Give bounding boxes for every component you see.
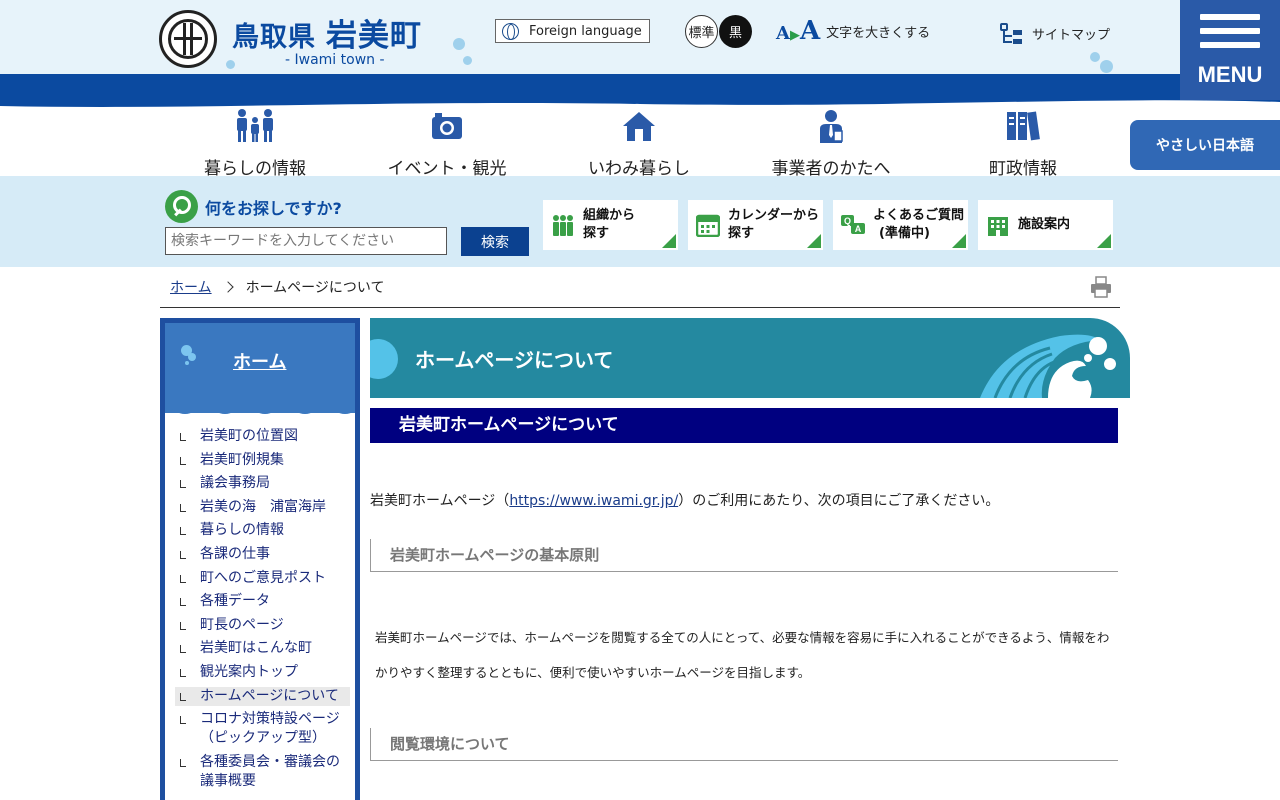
sidebar-item[interactable]: 各種委員会・審議会の議事概要 xyxy=(175,753,350,791)
search-input[interactable] xyxy=(165,227,447,255)
menu-label: MENU xyxy=(1197,62,1263,87)
svg-text:Q: Q xyxy=(844,216,851,226)
hamburger-icon xyxy=(1200,14,1260,56)
corner-arrow-icon xyxy=(1097,234,1111,248)
sitemap-label: サイトマップ xyxy=(1032,27,1111,43)
decor-bubble xyxy=(463,56,472,65)
quick-link-facilities[interactable]: 施設案内 xyxy=(978,200,1113,250)
foreign-language-label: Foreign language xyxy=(529,23,642,39)
building-icon xyxy=(988,217,1008,236)
sidebar-item[interactable]: 観光案内トップ xyxy=(175,663,350,682)
homepage-url-link[interactable]: https://www.iwami.gr.jp/ xyxy=(509,493,678,509)
sidebar: ホーム 岩美町の位置図 岩美町例規集 議会事務局 岩美の海 浦富海岸 暮らしの情… xyxy=(160,318,360,800)
sidebar-header: ホーム xyxy=(165,323,355,413)
svg-text:A: A xyxy=(855,224,862,234)
fontsize-enlarge-button[interactable]: A▶A 文字を大きくする xyxy=(776,16,930,46)
search-heading-text: 何をお探しですか? xyxy=(205,198,342,218)
corner-arrow-icon xyxy=(807,234,821,248)
businessperson-icon xyxy=(736,106,926,146)
search-button[interactable]: 検索 xyxy=(461,227,529,256)
quick-link-organization[interactable]: 組織から 探す xyxy=(543,200,678,250)
site-title[interactable]: 鳥取県 岩美町 xyxy=(232,10,422,55)
sidebar-item[interactable]: 各種データ xyxy=(175,592,350,611)
family-icon xyxy=(160,106,350,146)
banner-circle-decor xyxy=(370,339,398,379)
site-title-prefecture: 鳥取県 xyxy=(232,22,316,53)
corner-arrow-icon xyxy=(952,234,966,248)
corner-arrow-icon xyxy=(662,234,676,248)
foreign-language-button[interactable]: Foreign language xyxy=(495,19,650,43)
sidebar-wave xyxy=(165,401,355,414)
breadcrumb: ホーム ホームページについて xyxy=(170,277,384,297)
site-title-town: 岩美町 xyxy=(326,18,422,54)
sidebar-item-active[interactable]: ホームページについて xyxy=(175,686,350,706)
sitemap-link[interactable]: サイトマップ xyxy=(998,20,1110,46)
wave-illustration-icon xyxy=(980,334,1116,398)
sidebar-item[interactable]: 岩美町はこんな町 xyxy=(175,639,350,658)
subheading-principles: 岩美町ホームページの基本原則 xyxy=(370,539,1118,572)
people-icon xyxy=(553,215,573,236)
house-icon xyxy=(544,106,734,146)
camera-icon xyxy=(352,106,542,146)
sidebar-list: 岩美町の位置図 岩美町例規集 議会事務局 岩美の海 浦富海岸 暮らしの情報 各課… xyxy=(175,427,350,795)
sidebar-item[interactable]: 岩美町の位置図 xyxy=(175,427,350,446)
site-subtitle: - Iwami town - xyxy=(285,52,385,68)
section-heading-h2: 岩美町ホームページについて xyxy=(370,408,1118,443)
decor-bubble xyxy=(226,60,235,69)
category-business[interactable]: 事業者のかたへ xyxy=(736,106,926,179)
category-town-admin[interactable]: 町政情報 xyxy=(928,106,1118,179)
breadcrumb-divider xyxy=(160,307,1120,308)
quick-link-label: よくあるご質問 (準備中) xyxy=(873,208,965,241)
font-size-icon: A▶A xyxy=(776,16,821,46)
search-band-wave xyxy=(0,177,1280,190)
category-nav: 暮らしの情報 イベント・観光 いわみ暮らし 事業者のかたへ 町政情報 xyxy=(160,106,1120,180)
binders-icon xyxy=(928,106,1118,146)
sidebar-item[interactable]: 岩美の海 浦富海岸 xyxy=(175,498,350,517)
page-title-banner: ホームページについて xyxy=(370,318,1130,398)
category-events-tourism[interactable]: イベント・観光 xyxy=(352,106,542,179)
print-icon[interactable] xyxy=(1090,276,1112,298)
globe-icon xyxy=(502,22,519,40)
sidebar-item[interactable]: コロナ対策特設ページ（ピックアップ型） xyxy=(175,710,350,748)
easy-japanese-button[interactable]: やさしい日本語 xyxy=(1130,120,1280,170)
search-heading: 何をお探しですか? xyxy=(165,190,342,223)
qa-icon: QA xyxy=(841,215,865,234)
subheading-environment: 閲覧環境について xyxy=(370,728,1118,761)
quick-link-label: 施設案内 xyxy=(1018,217,1071,232)
category-iwami-living[interactable]: いわみ暮らし xyxy=(544,106,734,179)
sitemap-icon xyxy=(998,21,1024,45)
search-icon xyxy=(165,190,198,223)
page-title: ホームページについて xyxy=(415,348,614,372)
sidebar-item[interactable]: 暮らしの情報 xyxy=(175,521,350,540)
quick-link-faq[interactable]: QA よくあるご質問 (準備中) xyxy=(833,200,968,250)
town-seal-logo[interactable] xyxy=(159,10,217,68)
breadcrumb-current: ホームページについて xyxy=(245,280,385,296)
decor-bubble xyxy=(453,38,465,50)
breadcrumb-home-link[interactable]: ホーム xyxy=(170,277,212,297)
sidebar-item[interactable]: 町長のページ xyxy=(175,616,350,635)
quick-link-label: カレンダーから 探す xyxy=(728,208,820,241)
site-header: 鳥取県 岩美町 - Iwami town - Foreign language 標… xyxy=(0,0,1280,78)
sidebar-item[interactable]: 町へのご意見ポスト xyxy=(175,569,350,588)
sidebar-item[interactable]: 各課の仕事 xyxy=(175,545,350,564)
chevron-right-icon xyxy=(221,281,234,293)
quick-link-calendar[interactable]: カレンダーから 探す xyxy=(688,200,823,250)
color-standard-button[interactable]: 標準 xyxy=(685,15,718,48)
decor-bubble xyxy=(1100,60,1113,73)
category-living-info[interactable]: 暮らしの情報 xyxy=(160,106,350,179)
fontsize-label: 文字を大きくする xyxy=(826,25,931,41)
quick-link-label: 組織から 探す xyxy=(583,208,636,241)
menu-button[interactable]: MENU xyxy=(1180,0,1280,100)
sidebar-home-link[interactable]: ホーム xyxy=(233,348,286,374)
decor-bubble xyxy=(1090,52,1100,62)
color-black-button[interactable]: 黒 xyxy=(719,15,752,48)
calendar-icon xyxy=(696,214,720,237)
sidebar-item[interactable]: 議会事務局 xyxy=(175,474,350,493)
principles-paragraph: 岩美町ホームページでは、ホームページを閲覧する全ての人にとって、必要な情報を容易… xyxy=(375,630,1110,680)
intro-paragraph: 岩美町ホームページ（https://www.iwami.gr.jp/）のご利用に… xyxy=(370,493,1000,509)
sidebar-item[interactable]: 岩美町例規集 xyxy=(175,451,350,470)
